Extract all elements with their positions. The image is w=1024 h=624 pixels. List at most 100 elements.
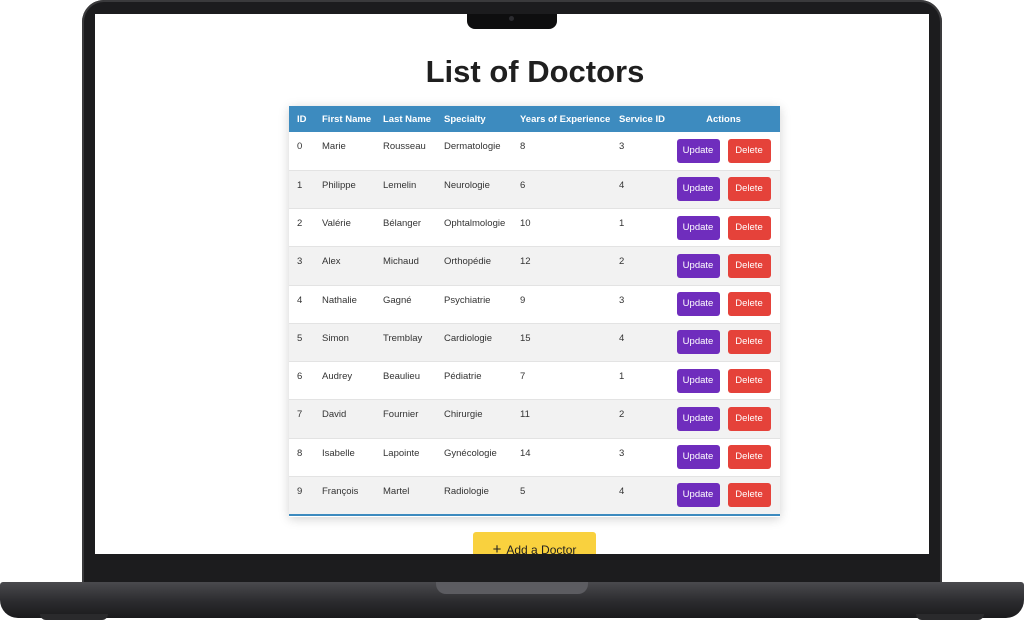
cell-actions: Update Delete [667, 476, 780, 514]
cell-specialty: Cardiologie [444, 332, 493, 344]
cell-actions: Update Delete [667, 247, 780, 285]
cell-last-name: Lapointe [383, 447, 420, 459]
delete-button[interactable]: Delete [727, 292, 771, 317]
cell-first-name: Alex [322, 256, 341, 268]
cell-years: 7 [520, 371, 526, 382]
cell-service-id: 1 [619, 218, 625, 229]
plus-icon: + [492, 540, 502, 555]
cell-years: 6 [520, 179, 526, 191]
cell-id: 0 [297, 141, 303, 152]
cell-first-name: Isabelle [322, 447, 355, 459]
add-doctor-button[interactable]: + Add a Doctor [473, 532, 596, 554]
cell-service-id: 3 [619, 447, 625, 459]
cell-id: 8 [297, 447, 303, 459]
cell-id: 2 [297, 218, 303, 229]
cell-first-name: Nathalie [322, 294, 357, 306]
screen: List of Doctors ID First Name Last Name … [95, 14, 929, 554]
table-row: 6 Audrey Beaulieu Pédiatrie 7 1 Update Delete [289, 361, 780, 400]
cell-specialty: Neurologie [444, 179, 490, 191]
cell-service-id: 3 [619, 294, 625, 306]
laptop-base-notch [436, 582, 588, 594]
table-row: 1 Philippe Lemelin Neurologie 6 4 Update Delete [289, 170, 780, 209]
table-row: 5 Simon Tremblay Cardiologie 15 4 Update Delete [289, 323, 780, 362]
cell-actions: Update Delete [667, 285, 780, 323]
delete-button[interactable]: Delete [727, 368, 771, 393]
add-doctor-label: Add a Doctor [506, 542, 577, 555]
cell-id: 7 [297, 409, 303, 421]
cell-specialty: Chirurgie [444, 409, 483, 421]
delete-button[interactable]: Delete [727, 483, 771, 508]
cell-id: 9 [297, 485, 303, 497]
camera-icon [509, 16, 514, 21]
cell-years: 8 [520, 141, 526, 152]
cell-service-id: 4 [619, 179, 625, 191]
update-button[interactable]: Update [676, 330, 720, 355]
cell-last-name: Lemelin [383, 179, 417, 191]
cell-actions: Update Delete [667, 400, 780, 438]
cell-service-id: 4 [619, 485, 625, 497]
cell-service-id: 4 [619, 332, 625, 344]
cell-specialty: Dermatologie [444, 141, 501, 152]
cell-service-id: 3 [619, 141, 625, 152]
cell-years: 5 [520, 485, 526, 497]
update-button[interactable]: Update [676, 445, 720, 470]
cell-years: 10 [520, 218, 531, 229]
update-button[interactable]: Update [676, 177, 720, 202]
cell-id: 1 [297, 179, 303, 191]
doctors-table: ID First Name Last Name Specialty Years … [289, 106, 780, 516]
table-row: 4 Nathalie Gagné Psychiatrie 9 3 Update Delete [289, 285, 780, 324]
delete-button[interactable]: Delete [727, 406, 771, 431]
cell-specialty: Orthopédie [444, 256, 492, 268]
delete-button[interactable]: Delete [727, 330, 771, 355]
update-button[interactable]: Update [676, 138, 720, 163]
cell-last-name: Beaulieu [383, 371, 420, 382]
cell-years: 11 [520, 409, 530, 421]
update-button[interactable]: Update [676, 483, 720, 508]
cell-service-id: 2 [619, 409, 625, 421]
cell-first-name: Simon [322, 332, 349, 344]
cell-years: 9 [520, 294, 526, 306]
table-row: 2 Valérie Bélanger Ophtalmologie 10 1 Update De… [289, 208, 780, 247]
cell-last-name: Fournier [383, 409, 419, 421]
cell-specialty: Pédiatrie [444, 371, 482, 382]
cell-actions: Update Delete [667, 362, 780, 400]
update-button[interactable]: Update [676, 292, 720, 317]
update-button[interactable]: Update [676, 406, 720, 431]
cell-id: 4 [297, 294, 303, 306]
delete-button[interactable]: Delete [727, 445, 771, 470]
cell-first-name: Philippe [322, 179, 356, 191]
delete-button[interactable]: Delete [727, 215, 771, 240]
laptop-foot-left [40, 614, 108, 620]
update-button[interactable]: Update [676, 253, 720, 278]
header-years-experience: Years of Experience [520, 113, 611, 125]
cell-last-name: Rousseau [383, 141, 426, 152]
cell-first-name: François [322, 485, 359, 497]
delete-button[interactable]: Delete [727, 253, 771, 278]
laptop-foot-right [916, 614, 984, 620]
cell-last-name: Bélanger [383, 218, 422, 229]
header-first-name: First Name [322, 113, 372, 125]
cell-specialty: Ophtalmologie [444, 218, 506, 229]
cell-last-name: Gagné [383, 294, 412, 306]
cell-actions: Update Delete [667, 209, 780, 247]
cell-years: 14 [520, 447, 531, 459]
cell-last-name: Tremblay [383, 332, 423, 344]
cell-actions: Update Delete [667, 323, 780, 361]
header-specialty: Specialty [444, 113, 486, 125]
cell-specialty: Psychiatrie [444, 294, 491, 306]
table-row: 7 David Fournier Chirurgie 11 2 Update Delete [289, 399, 780, 438]
cell-id: 5 [297, 332, 303, 344]
delete-button[interactable]: Delete [727, 177, 771, 202]
table-row: 8 Isabelle Lapointe Gynécologie 14 3 Update Del… [289, 438, 780, 477]
doctors-table-container: ID First Name Last Name Specialty Years … [289, 106, 780, 517]
cell-first-name: David [322, 409, 347, 421]
cell-actions: Update Delete [667, 438, 780, 476]
update-button[interactable]: Update [676, 215, 720, 240]
cell-actions: Update Delete [667, 170, 780, 208]
table-row: 3 Alex Michaud Orthopédie 12 2 Update Delete [289, 246, 780, 285]
cell-years: 12 [520, 256, 531, 268]
delete-button[interactable]: Delete [727, 138, 771, 163]
page-title: List of Doctors [425, 54, 645, 89]
cell-id: 6 [297, 371, 303, 382]
update-button[interactable]: Update [676, 368, 720, 393]
